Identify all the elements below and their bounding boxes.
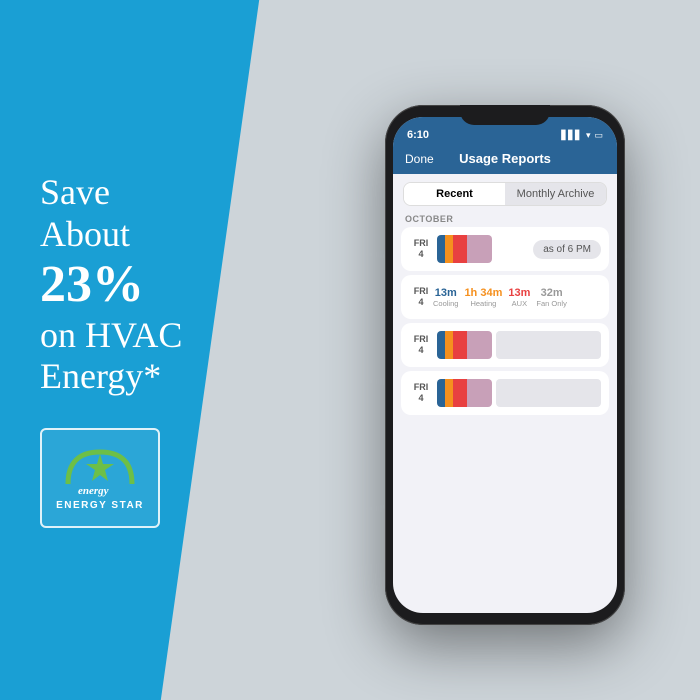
row1-usage-bars [437,235,492,263]
row4-date: 4 [409,393,433,404]
row4-placeholder [496,379,601,407]
stat-aux-label: AUX [508,299,530,308]
tagline-line3: on HVAC [40,315,182,355]
tagline-percent: 23% [40,255,280,315]
as-of-pill: as of 6 PM [533,240,601,259]
phone-screen: 6:10 ▋▋▋ ▾ ▭ Done Usage Reports Recent M… [393,117,617,613]
section-month-label: OCTOBER [393,212,617,227]
segment-recent[interactable]: Recent [404,183,505,205]
usage-row-1: FRI 4 as of 6 PM [401,227,609,271]
stat-cooling: 13m Cooling [433,287,458,308]
row2-day: FRI [409,286,433,297]
usage-row-2: FRI 4 13m Cooling 1h 34m Heating 13m AUX [401,275,609,319]
bar-pink-3 [467,331,492,359]
left-panel: Save About 23% on HVAC Energy* energy EN… [0,0,310,700]
row1-date: 4 [409,249,433,260]
wifi-icon: ▾ [586,130,591,141]
row3-date: 4 [409,345,433,356]
row1-bar-container: as of 6 PM [437,235,601,263]
stat-aux-val: 13m [508,287,530,299]
bar-blue-3 [437,331,445,359]
left-content: Save About 23% on HVAC Energy* energy EN… [40,172,280,527]
nav-title: Usage Reports [459,151,551,166]
bar-blue-4 [437,379,445,407]
bar-orange-4 [445,379,453,407]
stat-cooling-val: 13m [433,287,458,299]
usage-row-3: FRI 4 [401,323,609,367]
row3-usage-bars [437,331,492,359]
row4-bar-container [437,379,601,407]
bar-red-4 [453,379,467,407]
nav-bar: Done Usage Reports [393,145,617,174]
stat-heating-label: Heating [464,299,502,308]
stat-fan: 32m Fan Only [536,287,566,308]
energy-star-badge: energy ENERGY STAR [40,428,160,528]
segment-control: Recent Monthly Archive [403,182,607,206]
row4-day: FRI [409,382,433,393]
row3-day-label: FRI 4 [409,334,433,356]
segment-archive[interactable]: Monthly Archive [505,183,606,205]
row4-day-label: FRI 4 [409,382,433,404]
stat-heating-val: 1h 34m [464,287,502,299]
tagline-line2: About [40,214,130,254]
tagline: Save About 23% on HVAC Energy* [40,172,280,397]
right-panel: 6:10 ▋▋▋ ▾ ▭ Done Usage Reports Recent M… [310,0,700,700]
done-button[interactable]: Done [405,152,434,166]
bar-orange-3 [445,331,453,359]
tagline-line4: Energy* [40,356,161,396]
svg-text:energy: energy [78,485,109,497]
row2-day-label: FRI 4 [409,286,433,308]
stat-heating: 1h 34m Heating [464,287,502,308]
row3-placeholder [496,331,601,359]
status-icons: ▋▋▋ ▾ ▭ [561,130,603,141]
signal-icon: ▋▋▋ [561,130,582,141]
row3-bar-container [437,331,601,359]
energy-star-label: ENERGY STAR [56,500,144,511]
bar-orange [445,235,453,263]
row2-date: 4 [409,297,433,308]
bar-pink [467,235,492,263]
battery-icon: ▭ [594,130,603,141]
stat-fan-val: 32m [536,287,566,299]
row4-usage-bars [437,379,492,407]
usage-row-4: FRI 4 [401,371,609,415]
row3-day: FRI [409,334,433,345]
phone-mockup: 6:10 ▋▋▋ ▾ ▭ Done Usage Reports Recent M… [385,105,625,625]
stat-aux: 13m AUX [508,287,530,308]
bar-blue [437,235,445,263]
row2-stats: 13m Cooling 1h 34m Heating 13m AUX 32m F… [433,287,601,308]
bar-red-3 [453,331,467,359]
phone-notch [460,105,550,125]
status-time: 6:10 [407,129,429,141]
row1-day: FRI [409,238,433,249]
row1-day-label: FRI 4 [409,238,433,260]
energy-star-logo-icon: energy [60,444,140,498]
bar-pink-4 [467,379,492,407]
stat-fan-label: Fan Only [536,299,566,308]
tagline-line1: Save [40,172,110,212]
stat-cooling-label: Cooling [433,299,458,308]
bar-red [453,235,467,263]
